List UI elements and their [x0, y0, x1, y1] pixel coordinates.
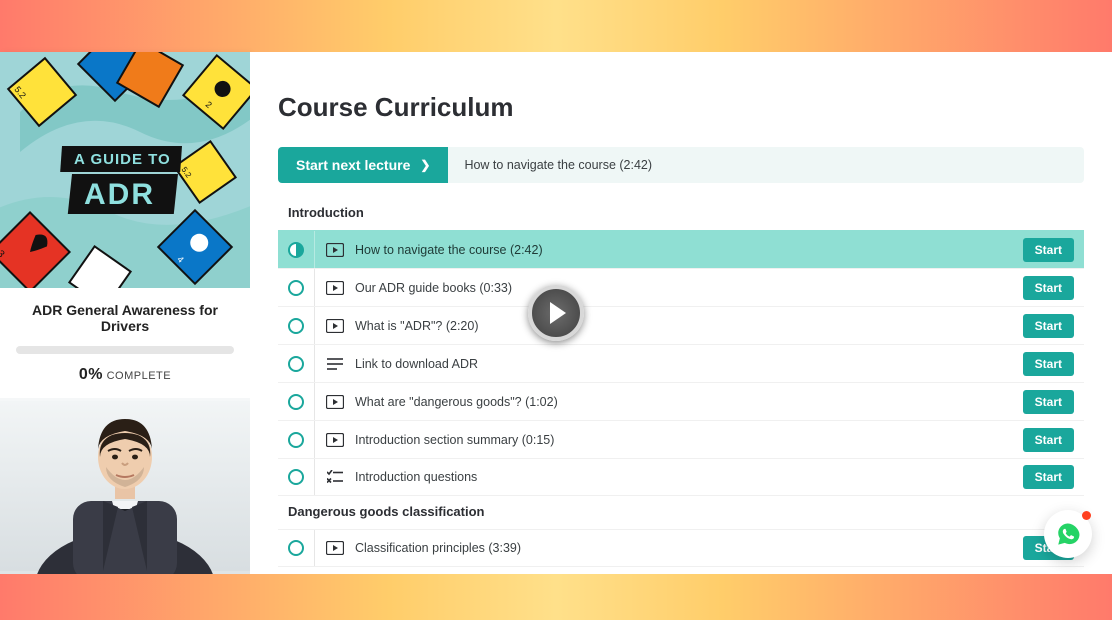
start-button[interactable]: Start [1023, 314, 1074, 338]
status-not-started-icon [288, 432, 304, 448]
course-hero-image: 3 4 5.2 2 5.2 A GUIDE TO ADR [0, 52, 250, 288]
lecture-type [315, 319, 355, 333]
start-button[interactable]: Start [1023, 428, 1074, 452]
hero-line2: ADR [84, 178, 155, 211]
lecture-type [315, 433, 355, 447]
start-button[interactable]: Start [1023, 352, 1074, 376]
lecture-row[interactable]: What are "dangerous goods"? (1:02)Start [278, 382, 1084, 420]
section-title: Dangerous goods classification [288, 504, 1084, 519]
sidebar: 3 4 5.2 2 5.2 A GUIDE TO ADR A [0, 52, 250, 574]
progress-text: 0% COMPLETE [16, 366, 234, 384]
instructor-image [0, 398, 250, 574]
content-stage: 3 4 5.2 2 5.2 A GUIDE TO ADR A [0, 52, 1112, 574]
status-in-progress-icon [288, 242, 304, 258]
chevron-right-icon: ❯ [420, 158, 430, 172]
lecture-status [278, 280, 314, 296]
lecture-type [315, 541, 355, 555]
start-next-lecture-label: Start next lecture [296, 157, 410, 173]
status-not-started-icon [288, 469, 304, 485]
text-icon [327, 357, 343, 371]
quiz-icon [327, 470, 343, 484]
lecture-label: What is "ADR"? (2:20) [355, 319, 1023, 333]
course-meta: ADR General Awareness for Drivers 0% COM… [0, 288, 250, 398]
lecture-label: What are "dangerous goods"? (1:02) [355, 395, 1023, 409]
lecture-type [315, 470, 355, 484]
lecture-row[interactable]: Classification principles (3:39)Start [278, 529, 1084, 567]
lecture-row[interactable]: Introduction section summary (0:15)Start [278, 420, 1084, 458]
lecture-type [315, 243, 355, 257]
curriculum-sections: Introduction How to navigate the course (… [278, 205, 1084, 567]
adr-hero-svg: 3 4 5.2 2 5.2 A GUIDE TO ADR [0, 52, 250, 288]
course-title: ADR General Awareness for Drivers [16, 302, 234, 334]
whatsapp-icon [1055, 521, 1081, 547]
lecture-status [278, 242, 314, 258]
lecture-label: Classification principles (3:39) [355, 541, 1023, 555]
progress-label: COMPLETE [107, 370, 172, 382]
hero-line1: A GUIDE TO [74, 151, 171, 168]
lecture-row[interactable]: Our ADR guide books (0:33)Start [278, 268, 1084, 306]
progress-bar [16, 346, 234, 354]
video-icon [326, 433, 344, 447]
lecture-status [278, 394, 314, 410]
status-not-started-icon [288, 356, 304, 372]
lecture-label: How to navigate the course (2:42) [355, 243, 1023, 257]
start-next-lecture-button[interactable]: Start next lecture ❯ [278, 147, 448, 183]
video-icon [326, 281, 344, 295]
section-items: How to navigate the course (2:42)StartOu… [278, 230, 1084, 496]
notification-dot [1082, 511, 1091, 520]
start-button[interactable]: Start [1023, 465, 1074, 489]
video-icon [326, 319, 344, 333]
lecture-label: Introduction questions [355, 470, 1023, 484]
lecture-label: Our ADR guide books (0:33) [355, 281, 1023, 295]
status-not-started-icon [288, 394, 304, 410]
main-content: Course Curriculum Start next lecture ❯ H… [250, 52, 1112, 574]
lecture-status [278, 432, 314, 448]
start-button[interactable]: Start [1023, 276, 1074, 300]
lecture-row[interactable]: How to navigate the course (2:42)Start [278, 230, 1084, 268]
progress-percent: 0% [79, 366, 103, 383]
next-lecture-bar: Start next lecture ❯ How to navigate the… [278, 147, 1084, 183]
lecture-row[interactable]: What is "ADR"? (2:20)Start [278, 306, 1084, 344]
lecture-type [315, 357, 355, 371]
page-title: Course Curriculum [278, 92, 1084, 123]
status-not-started-icon [288, 318, 304, 334]
lecture-row[interactable]: Link to download ADRStart [278, 344, 1084, 382]
lecture-status [278, 318, 314, 334]
section-items: Classification principles (3:39)Start [278, 529, 1084, 567]
video-icon [326, 243, 344, 257]
lecture-status [278, 540, 314, 556]
lecture-row[interactable]: Introduction questionsStart [278, 458, 1084, 496]
start-button[interactable]: Start [1023, 238, 1074, 262]
lecture-status [278, 469, 314, 485]
video-icon [326, 541, 344, 555]
lecture-status [278, 356, 314, 372]
section-title: Introduction [288, 205, 1084, 220]
play-button-overlay[interactable] [528, 285, 584, 341]
lecture-label: Link to download ADR [355, 357, 1023, 371]
lecture-type [315, 395, 355, 409]
whatsapp-button[interactable] [1044, 510, 1092, 558]
next-lecture-title: How to navigate the course (2:42) [448, 147, 668, 183]
bottom-banner [0, 574, 1112, 620]
status-not-started-icon [288, 280, 304, 296]
start-button[interactable]: Start [1023, 390, 1074, 414]
lecture-type [315, 281, 355, 295]
video-icon [326, 395, 344, 409]
top-banner [0, 0, 1112, 52]
lecture-label: Introduction section summary (0:15) [355, 433, 1023, 447]
status-not-started-icon [288, 540, 304, 556]
